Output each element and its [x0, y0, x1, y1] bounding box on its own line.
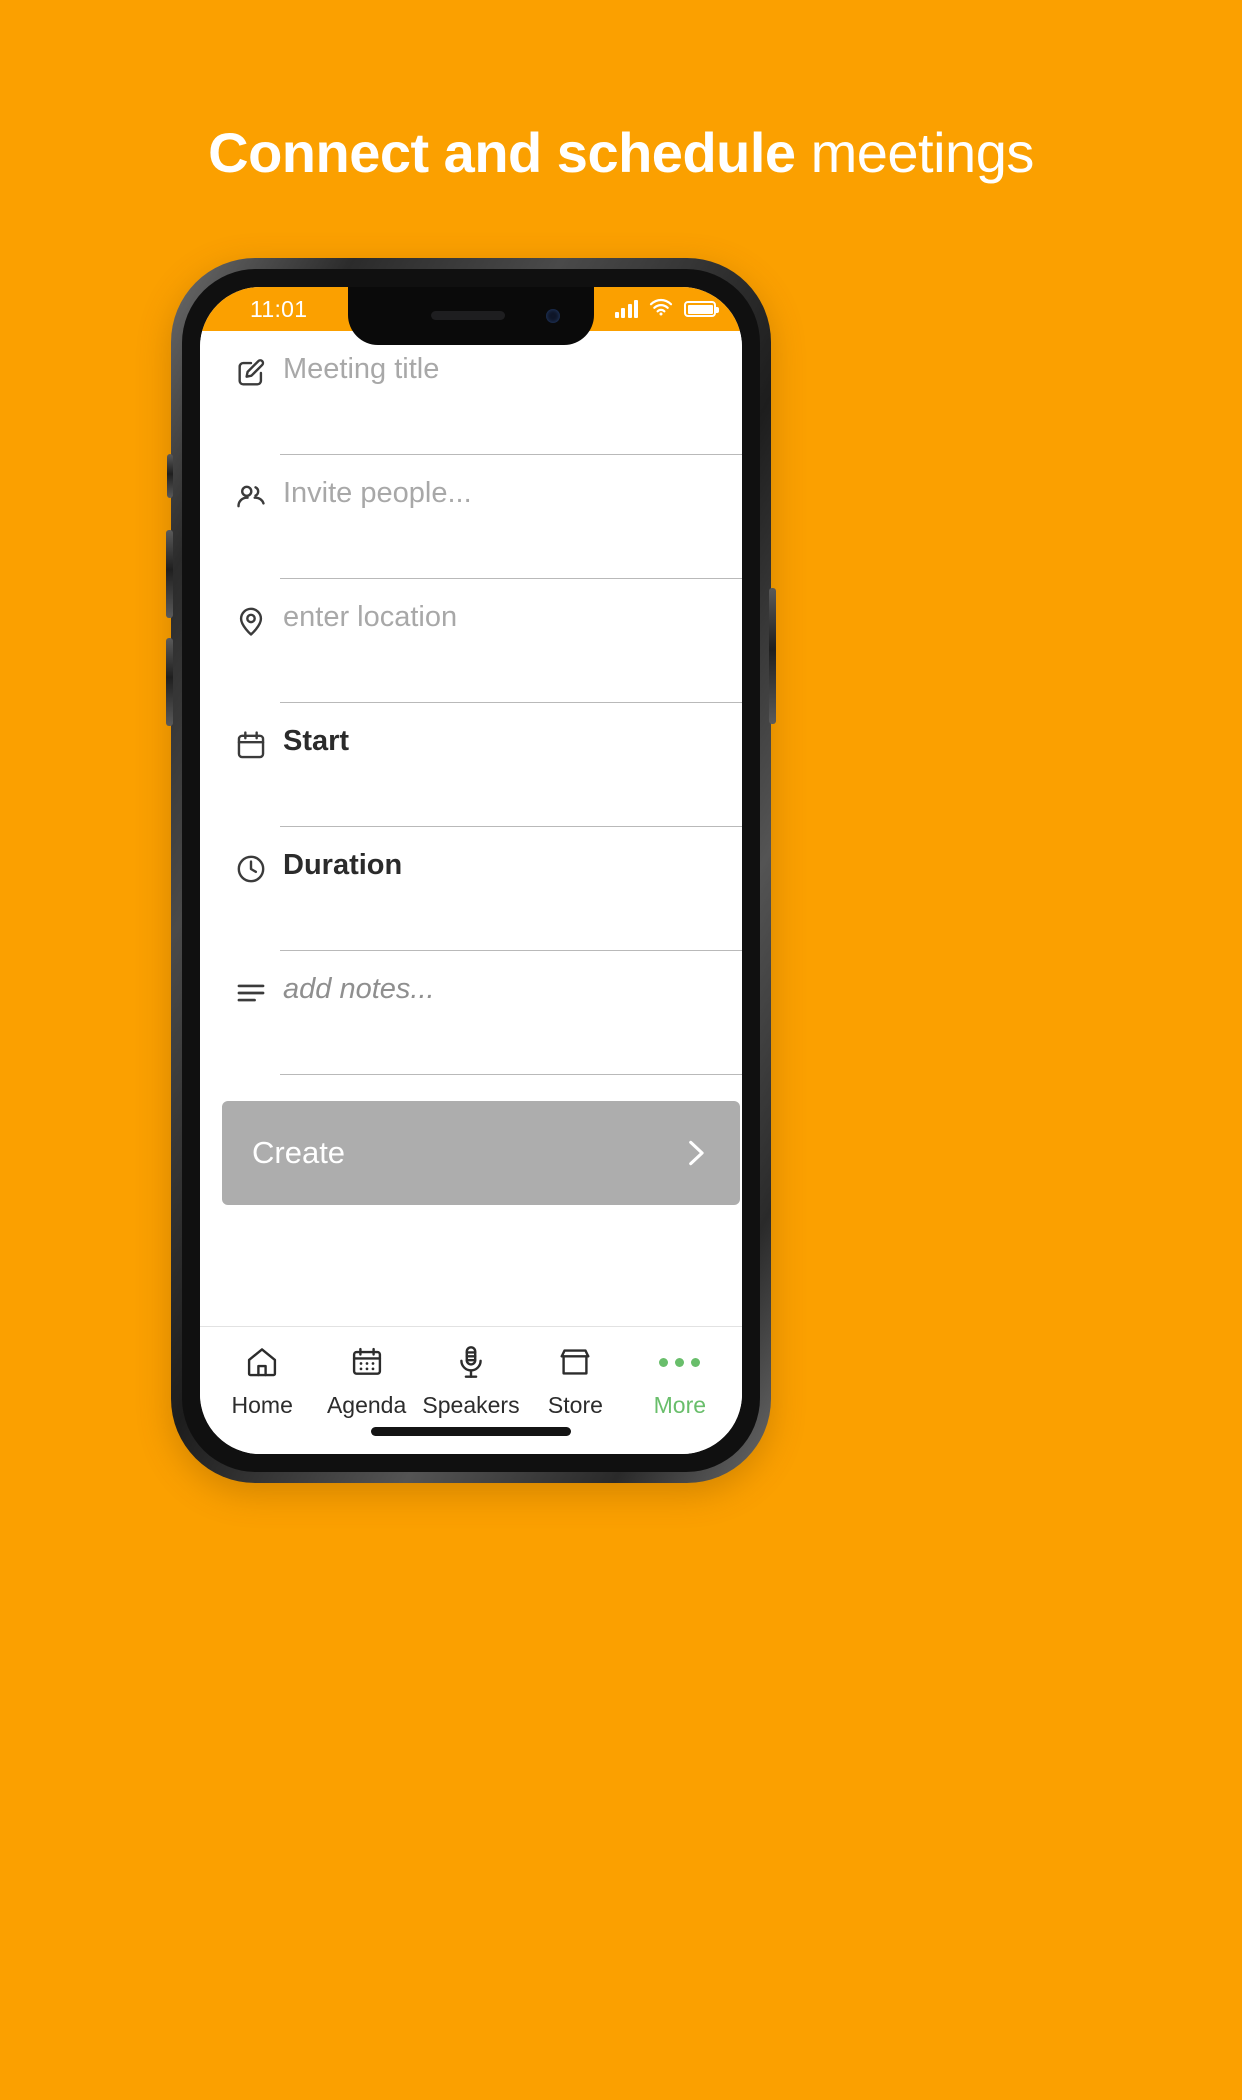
- calendar-icon: [222, 703, 280, 762]
- create-button-label: Create: [252, 1135, 346, 1170]
- people-icon: [222, 455, 280, 514]
- field-duration-value[interactable]: Duration: [280, 827, 742, 951]
- field-duration[interactable]: Duration: [200, 827, 742, 951]
- field-location-input[interactable]: enter location: [280, 579, 742, 703]
- status-time: 11:01: [250, 295, 308, 322]
- page-title: Connect and schedule meetings: [0, 118, 1242, 188]
- storefront-icon: [557, 1341, 593, 1383]
- cellular-signal-icon: [614, 300, 638, 318]
- edit-square-icon: [222, 331, 280, 390]
- tab-speakers-label: Speakers: [422, 1392, 520, 1418]
- field-meeting-title-input[interactable]: Meeting title: [280, 331, 742, 455]
- notes-lines-icon: [222, 951, 280, 1010]
- tab-more-label: More: [653, 1392, 707, 1418]
- wifi-icon: [649, 298, 673, 321]
- location-pin-icon: [222, 579, 280, 638]
- chevron-right-icon: [678, 1136, 712, 1170]
- tab-more[interactable]: More: [628, 1341, 732, 1419]
- page-title-light: meetings: [795, 121, 1035, 184]
- field-notes-text: add notes...: [283, 973, 435, 1005]
- clock-icon: [222, 827, 280, 886]
- battery-full-icon: [684, 301, 719, 317]
- home-icon: [244, 1341, 280, 1383]
- silent-switch-button[interactable]: [167, 454, 173, 498]
- field-start-text: Start: [283, 725, 350, 757]
- power-button[interactable]: [769, 588, 776, 724]
- tab-home-label: Home: [231, 1392, 293, 1418]
- phone-frame: 11:01 Meeting title Invite people... ent…: [166, 258, 776, 1483]
- field-meeting-title[interactable]: Meeting title: [200, 331, 742, 455]
- field-duration-text: Duration: [283, 849, 403, 881]
- volume-down-button[interactable]: [166, 638, 173, 726]
- calendar-icon: [349, 1341, 385, 1383]
- front-camera-icon: [546, 309, 560, 323]
- tab-agenda-label: Agenda: [326, 1392, 407, 1418]
- field-notes-input[interactable]: add notes...: [280, 951, 742, 1075]
- field-invite-people-input[interactable]: Invite people...: [280, 455, 742, 579]
- meeting-form: Meeting title Invite people... enter loc…: [200, 331, 742, 1075]
- field-location[interactable]: enter location: [200, 579, 742, 703]
- ellipsis-icon: [659, 1341, 701, 1383]
- field-invite-people[interactable]: Invite people...: [200, 455, 742, 579]
- tab-home[interactable]: Home: [210, 1341, 314, 1419]
- tab-store-label: Store: [547, 1392, 603, 1418]
- field-invite-people-text: Invite people...: [283, 477, 472, 509]
- phone-screen: 11:01 Meeting title Invite people... ent…: [200, 287, 742, 1454]
- page-title-bold: Connect and schedule: [208, 121, 796, 184]
- app-content: Meeting title Invite people... enter loc…: [200, 331, 742, 1454]
- tab-store[interactable]: Store: [523, 1341, 627, 1419]
- microphone-icon: [453, 1341, 489, 1383]
- field-location-text: enter location: [283, 601, 458, 633]
- volume-up-button[interactable]: [166, 530, 173, 618]
- field-start-value[interactable]: Start: [280, 703, 742, 827]
- phone-mockup: 11:01 Meeting title Invite people... ent…: [166, 258, 776, 1483]
- tab-speakers[interactable]: Speakers: [419, 1341, 523, 1419]
- earpiece-speaker-icon: [431, 311, 506, 320]
- create-button-container: Create: [200, 1075, 742, 1205]
- field-meeting-title-text: Meeting title: [283, 353, 440, 385]
- home-indicator[interactable]: [371, 1427, 571, 1436]
- tab-agenda[interactable]: Agenda: [314, 1341, 418, 1419]
- status-icons: [614, 298, 719, 321]
- phone-bezel: 11:01 Meeting title Invite people... ent…: [182, 269, 760, 1472]
- notch: [348, 287, 594, 345]
- field-start[interactable]: Start: [200, 703, 742, 827]
- create-button[interactable]: Create: [222, 1101, 740, 1205]
- field-notes[interactable]: add notes...: [200, 951, 742, 1075]
